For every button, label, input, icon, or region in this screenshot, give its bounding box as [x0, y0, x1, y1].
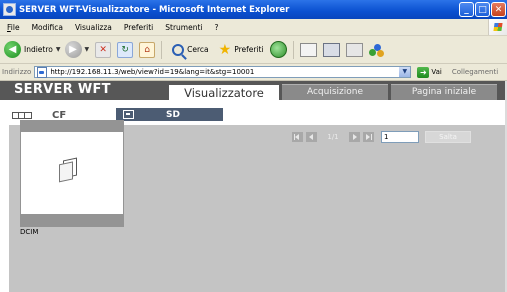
home-icon[interactable]: ⌂: [139, 41, 156, 58]
edit-icon[interactable]: [345, 42, 363, 57]
tab-acquisizione[interactable]: Acquisizione: [282, 84, 388, 100]
back-label: Indietro: [24, 45, 53, 54]
address-url: http://192.168.11.3/web/view?id=19&lang=…: [50, 68, 255, 76]
folder-icon: [63, 157, 77, 179]
jump-button[interactable]: Salta: [425, 130, 471, 143]
page-icon: [37, 66, 48, 78]
sd-label: SD: [166, 109, 180, 120]
cf-card-icon: [12, 112, 32, 119]
menu-modifica[interactable]: Modifica: [32, 23, 63, 32]
page-number-input[interactable]: 1: [381, 130, 419, 143]
history-icon[interactable]: [269, 41, 287, 58]
maximize-button[interactable]: □: [475, 2, 490, 17]
menu-strumenti[interactable]: Strumenti: [165, 23, 202, 32]
back-dropdown-icon[interactable]: ▼: [56, 46, 61, 53]
window-title: SERVER WFT-Visualizzatore - Microsoft In…: [19, 4, 290, 15]
browser-toolbar: ◀ Indietro ▼ ▶ ▼ ✕ ↻ ⌂ Cerca ★ Preferiti: [0, 36, 507, 64]
sd-card-icon: [123, 110, 134, 119]
last-page-button[interactable]: [363, 131, 374, 142]
address-input[interactable]: http://192.168.11.3/web/view?id=19&lang=…: [34, 66, 412, 78]
mail-icon[interactable]: [299, 42, 317, 57]
window-controls: _ □ ✕: [459, 2, 506, 17]
menu-preferiti[interactable]: Preferiti: [124, 23, 153, 32]
back-button[interactable]: ◀ Indietro ▼: [4, 41, 61, 58]
go-arrow-icon: ➜: [417, 66, 430, 78]
folder-thumbnail[interactable]: [21, 132, 123, 214]
address-label: Indirizzo: [2, 68, 32, 76]
forward-button[interactable]: ▶ ▼: [64, 41, 90, 58]
forward-dropdown-icon[interactable]: ▼: [85, 46, 90, 53]
page-header: SERVER WFT Visualizzatore Acquisizione P…: [0, 81, 505, 102]
page-count: 1/1: [327, 132, 339, 141]
toolbar-separator: [292, 40, 294, 59]
pager: 1/1 1 Salta: [292, 130, 471, 143]
go-label: Vai: [431, 68, 442, 76]
refresh-icon[interactable]: ↻: [117, 41, 134, 58]
favorites-label: Preferiti: [234, 45, 264, 54]
card-tab-sd[interactable]: SD: [116, 108, 223, 121]
address-bar: Indirizzo http://192.168.11.3/web/view?i…: [0, 64, 507, 81]
tab-visualizzatore[interactable]: Visualizzatore: [169, 85, 279, 102]
brand-title: SERVER WFT: [14, 82, 111, 97]
forward-arrow-icon: ▶: [64, 41, 82, 58]
menu-visualizza[interactable]: Visualizza: [75, 23, 112, 32]
window-titlebar: SERVER WFT-Visualizzatore - Microsoft In…: [0, 0, 507, 19]
menu-file[interactable]: File: [7, 23, 20, 32]
minimize-button[interactable]: _: [459, 2, 474, 17]
favorites-button[interactable]: ★ Preferiti: [213, 42, 264, 58]
menu-help[interactable]: ?: [215, 23, 219, 32]
page-content: SERVER WFT Visualizzatore Acquisizione P…: [0, 81, 505, 292]
star-icon: ★: [218, 41, 232, 58]
stop-icon[interactable]: ✕: [95, 41, 112, 58]
links-button[interactable]: Collegamenti: [452, 68, 498, 76]
search-icon: [172, 43, 185, 56]
address-dropdown-icon[interactable]: ▼: [399, 67, 411, 77]
folder-name[interactable]: DCIM: [20, 228, 38, 236]
previous-page-button[interactable]: [306, 131, 317, 142]
search-label: Cerca: [187, 45, 209, 54]
close-button[interactable]: ✕: [491, 2, 506, 17]
go-button[interactable]: ➜ Vai: [417, 66, 442, 78]
tab-pagina-iniziale[interactable]: Pagina iniziale: [391, 84, 497, 100]
menu-bar: File Modifica Visualizza Preferiti Strum…: [0, 19, 507, 36]
first-page-button[interactable]: [292, 131, 303, 142]
next-page-button[interactable]: [349, 131, 360, 142]
ie-icon: [3, 3, 16, 16]
print-icon[interactable]: [322, 42, 340, 57]
back-arrow-icon: ◀: [4, 41, 21, 58]
toolbar-separator: [161, 40, 163, 59]
windows-logo-icon: [488, 19, 507, 35]
search-button[interactable]: Cerca: [166, 43, 209, 56]
folder-item[interactable]: [20, 120, 124, 227]
messenger-icon[interactable]: [368, 43, 384, 57]
